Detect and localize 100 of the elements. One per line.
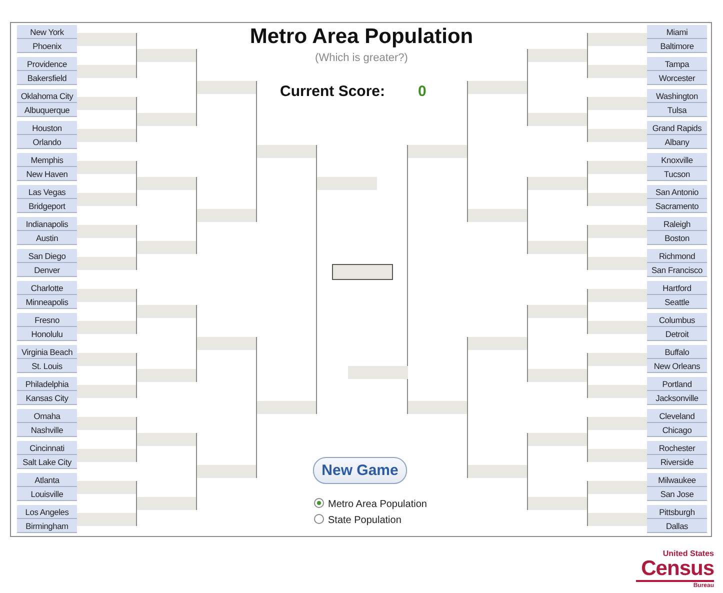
team-entry[interactable]: Dallas xyxy=(647,519,707,533)
bracket-slot xyxy=(77,161,137,174)
radio-label[interactable]: Metro Area Population xyxy=(328,497,427,512)
team-entry[interactable]: San Francisco xyxy=(647,263,707,277)
team-entry[interactable]: Seattle xyxy=(647,295,707,309)
team-entry[interactable]: Albany xyxy=(647,135,707,149)
team-entry[interactable]: Boston xyxy=(647,231,707,245)
team-entry[interactable]: Salt Lake City xyxy=(17,455,77,469)
team-entry[interactable]: San Diego xyxy=(17,249,77,263)
team-entry[interactable]: Atlanta xyxy=(17,473,77,487)
team-entry[interactable]: Albuquerque xyxy=(17,103,77,117)
team-entry[interactable]: Memphis xyxy=(17,153,77,167)
team-entry[interactable]: Sacramento xyxy=(647,199,707,213)
team-entry[interactable]: Oklahoma City xyxy=(17,89,77,103)
bracket-slot xyxy=(587,321,647,334)
bracket-slot xyxy=(77,513,137,526)
team-entry[interactable]: St. Louis xyxy=(17,359,77,373)
team-entry[interactable]: Pittsburgh xyxy=(647,505,707,519)
team-entry[interactable]: Miami xyxy=(647,25,707,39)
logo-top-text: United States xyxy=(662,550,714,558)
bracket-slot xyxy=(587,225,647,238)
team-entry[interactable]: Bakersfield xyxy=(17,71,77,85)
bracket-slot xyxy=(587,513,647,526)
bracket-slot xyxy=(527,497,587,510)
team-entry[interactable]: Honolulu xyxy=(17,327,77,341)
team-entry[interactable]: San Jose xyxy=(647,487,707,501)
bracket-slot xyxy=(197,209,257,222)
bracket-slot xyxy=(407,145,467,158)
team-entry[interactable]: Raleigh xyxy=(647,217,707,231)
bracket-slot xyxy=(77,129,137,142)
team-entry[interactable]: New Orleans xyxy=(647,359,707,373)
new-game-button[interactable]: New Game xyxy=(313,457,407,484)
team-entry[interactable]: San Antonio xyxy=(647,185,707,199)
team-entry[interactable]: Rochester xyxy=(647,441,707,455)
team-entry[interactable]: Virginia Beach xyxy=(17,345,77,359)
team-entry[interactable]: Minneapolis xyxy=(17,295,77,309)
score-value: 0 xyxy=(418,82,426,102)
team-entry[interactable]: Jacksonville xyxy=(647,391,707,405)
team-entry[interactable]: Omaha xyxy=(17,409,77,423)
bracket-slot xyxy=(587,417,647,430)
team-entry[interactable]: Nashville xyxy=(17,423,77,437)
team-entry[interactable]: Grand Rapids xyxy=(647,121,707,135)
team-entry[interactable]: Hartford xyxy=(647,281,707,295)
team-entry[interactable]: Detroit xyxy=(647,327,707,341)
team-entry[interactable]: Fresno xyxy=(17,313,77,327)
team-entry[interactable]: Cincinnati xyxy=(17,441,77,455)
team-entry[interactable]: Orlando xyxy=(17,135,77,149)
team-entry[interactable]: Bridgeport xyxy=(17,199,77,213)
team-entry[interactable]: New Haven xyxy=(17,167,77,181)
radio-button[interactable] xyxy=(314,498,324,508)
team-entry[interactable]: Houston xyxy=(17,121,77,135)
bracket-slot xyxy=(77,65,137,78)
bracket-slot xyxy=(77,321,137,334)
team-entry[interactable]: Richmond xyxy=(647,249,707,263)
team-entry[interactable]: Riverside xyxy=(647,455,707,469)
team-entry[interactable]: Los Angeles xyxy=(17,505,77,519)
bracket-slot xyxy=(587,97,647,110)
team-entry[interactable]: Tucson xyxy=(647,167,707,181)
bracket-slot xyxy=(77,385,137,398)
team-entry[interactable]: Washington xyxy=(647,89,707,103)
team-entry[interactable]: Austin xyxy=(17,231,77,245)
team-entry[interactable]: Knoxville xyxy=(647,153,707,167)
team-entry[interactable]: Las Vegas xyxy=(17,185,77,199)
radio-button[interactable] xyxy=(314,514,324,524)
bracket-slot xyxy=(137,497,197,510)
bracket-slot xyxy=(587,129,647,142)
bracket-slot xyxy=(467,465,527,478)
page-title: Metro Area Population xyxy=(248,25,474,49)
team-entry[interactable]: Kansas City xyxy=(17,391,77,405)
team-entry[interactable]: Worcester xyxy=(647,71,707,85)
bracket-slot xyxy=(467,81,527,94)
team-entry[interactable]: Philadelphia xyxy=(17,377,77,391)
bracket-slot xyxy=(77,257,137,270)
bracket-slot xyxy=(587,289,647,302)
team-entry[interactable]: Baltimore xyxy=(647,39,707,53)
bracket-slot xyxy=(137,177,197,190)
radio-label[interactable]: State Population xyxy=(328,513,402,528)
bracket-slot xyxy=(527,113,587,126)
team-entry[interactable]: Chicago xyxy=(647,423,707,437)
bracket-slot xyxy=(137,305,197,318)
team-entry[interactable]: Cleveland xyxy=(647,409,707,423)
bracket-slot xyxy=(77,289,137,302)
team-entry[interactable]: New York xyxy=(17,25,77,39)
team-entry[interactable]: Portland xyxy=(647,377,707,391)
team-entry[interactable]: Tulsa xyxy=(647,103,707,117)
bracket-slot xyxy=(587,449,647,462)
team-entry[interactable]: Providence xyxy=(17,57,77,71)
team-entry[interactable]: Indianapolis xyxy=(17,217,77,231)
bracket-slot xyxy=(527,369,587,382)
team-entry[interactable]: Tampa xyxy=(647,57,707,71)
subtitle: (Which is greater?) xyxy=(314,51,409,66)
team-entry[interactable]: Louisville xyxy=(17,487,77,501)
team-entry[interactable]: Charlotte xyxy=(17,281,77,295)
team-entry[interactable]: Denver xyxy=(17,263,77,277)
team-entry[interactable]: Columbus xyxy=(647,313,707,327)
team-entry[interactable]: Phoenix xyxy=(17,39,77,53)
team-entry[interactable]: Birmingham xyxy=(17,519,77,533)
team-entry[interactable]: Buffalo xyxy=(647,345,707,359)
team-entry[interactable]: Milwaukee xyxy=(647,473,707,487)
bracket-slot xyxy=(197,81,257,94)
